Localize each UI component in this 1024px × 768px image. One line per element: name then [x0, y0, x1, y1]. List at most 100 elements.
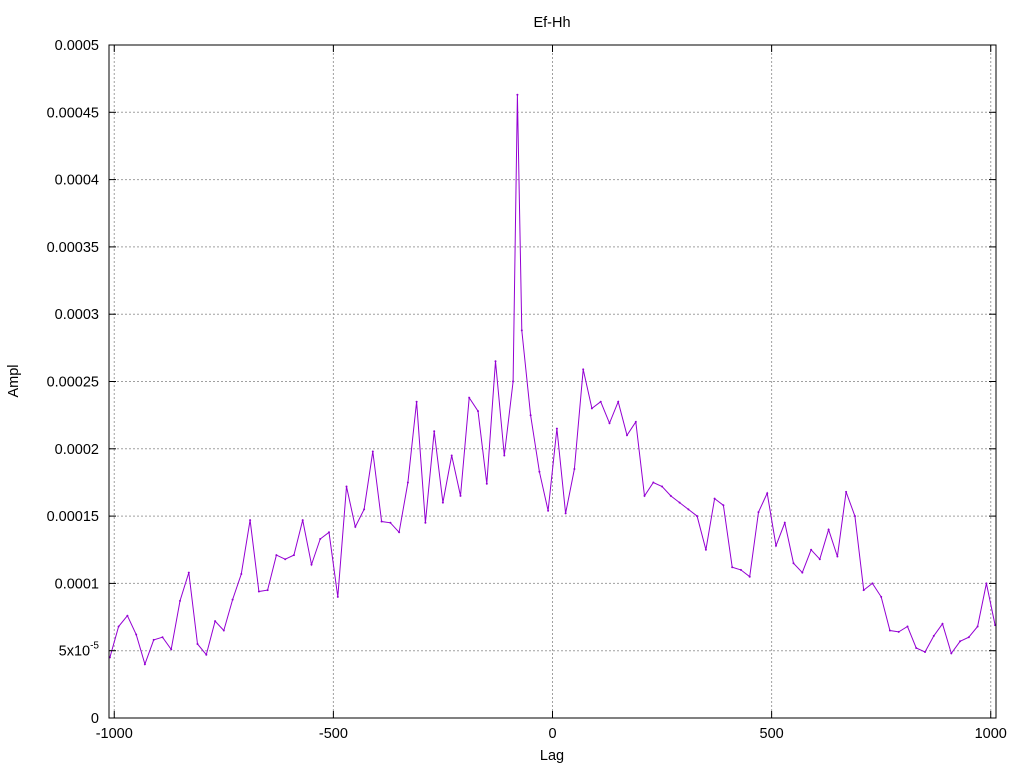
data-point — [599, 400, 602, 403]
y-tick-label-text: 0.0003 — [55, 307, 99, 323]
data-point — [950, 652, 953, 655]
data-point — [187, 571, 190, 574]
y-tick-label-exponent: -5 — [90, 641, 99, 652]
data-point — [529, 414, 532, 417]
x-tick-label: 1000 — [975, 726, 1007, 742]
data-point — [757, 511, 760, 514]
data-point — [415, 400, 418, 403]
data-point — [836, 555, 839, 558]
data-point — [827, 528, 830, 531]
data-point — [985, 582, 988, 585]
data-point — [661, 485, 664, 488]
data-point — [450, 454, 453, 457]
y-tick-label: 0.00045 — [47, 105, 99, 121]
y-tick-label-text: 5x10 — [59, 644, 90, 660]
data-point — [520, 329, 523, 332]
data-point — [266, 589, 269, 592]
data-point — [608, 422, 611, 425]
y-tick-label: 0.0003 — [55, 307, 99, 323]
data-point — [687, 508, 690, 511]
data-point — [240, 573, 243, 575]
data-point — [459, 494, 462, 497]
y-tick-label-text: 0.0002 — [55, 442, 99, 458]
data-point — [152, 638, 155, 641]
data-point — [257, 590, 260, 593]
data-point — [161, 636, 164, 639]
data-point — [871, 582, 874, 585]
data-point — [748, 575, 751, 578]
data-point — [564, 512, 567, 515]
data-point — [678, 501, 681, 504]
data-point — [292, 554, 295, 557]
data-point — [441, 501, 444, 504]
y-tick-label: 5x10-5 — [59, 641, 100, 660]
data-point — [897, 630, 900, 633]
y-tick-label: 0 — [91, 711, 99, 727]
data-point — [818, 558, 821, 561]
data-point — [766, 492, 769, 495]
data-point — [222, 629, 225, 632]
data-point — [143, 663, 146, 666]
y-tick-label-text: 0.0004 — [55, 173, 99, 189]
data-point — [512, 380, 515, 383]
data-point — [179, 599, 181, 602]
x-axis-title: Lag — [540, 748, 564, 764]
data-point — [275, 554, 278, 557]
data-point — [354, 525, 357, 528]
data-point — [363, 508, 366, 511]
data-point — [485, 482, 488, 485]
data-point — [617, 400, 620, 403]
x-tick-label: 500 — [760, 726, 784, 742]
data-point — [906, 625, 909, 628]
y-tick-label: 0.0005 — [55, 38, 99, 54]
y-tick-label-text: 0.00015 — [47, 509, 99, 525]
data-point — [468, 396, 471, 399]
data-point — [590, 407, 593, 410]
data-point — [696, 515, 699, 518]
data-point — [547, 509, 550, 512]
data-point — [845, 490, 848, 493]
y-tick-label: 0.0004 — [55, 173, 99, 189]
y-tick-label-text: 0.00025 — [47, 375, 99, 391]
data-point — [503, 454, 506, 457]
data-point — [380, 520, 383, 523]
data-point — [739, 568, 742, 571]
data-point — [573, 468, 576, 470]
data-point — [880, 595, 883, 598]
data-point — [135, 633, 138, 636]
data-point — [643, 494, 646, 497]
chart-title: Ef-Hh — [533, 15, 570, 31]
data-point — [932, 634, 935, 637]
y-tick-label-text: 0.00035 — [47, 240, 99, 256]
data-point — [731, 566, 734, 569]
data-point — [634, 420, 637, 423]
grid-lines — [109, 44, 996, 719]
data-point — [336, 595, 339, 598]
data-point — [713, 497, 716, 500]
data-point — [924, 651, 926, 653]
data-point — [310, 563, 313, 566]
y-axis-title: Ampl — [6, 364, 22, 397]
data-point — [205, 653, 208, 656]
data-point — [976, 625, 979, 628]
y-tick-label: 0.00025 — [47, 375, 99, 391]
data-point — [433, 430, 436, 433]
data-point — [371, 450, 374, 453]
x-tick-label: -1000 — [96, 726, 133, 742]
data-point — [398, 531, 401, 534]
data-point — [853, 515, 856, 518]
data-point — [117, 625, 120, 628]
data-point — [582, 368, 585, 371]
data-point — [389, 521, 392, 524]
data-point — [249, 519, 252, 522]
data-point — [959, 640, 962, 643]
data-point — [810, 548, 813, 551]
y-tick-label: 0.0002 — [55, 442, 99, 458]
data-point — [669, 494, 672, 497]
y-tick-label: 0.0001 — [55, 576, 99, 592]
y-tick-label-text: 0.0001 — [55, 576, 99, 592]
y-tick-label: 0.00015 — [47, 509, 99, 525]
data-point — [941, 622, 944, 625]
data-point — [555, 427, 558, 430]
y-tick-label-text: 0.00045 — [47, 105, 99, 121]
